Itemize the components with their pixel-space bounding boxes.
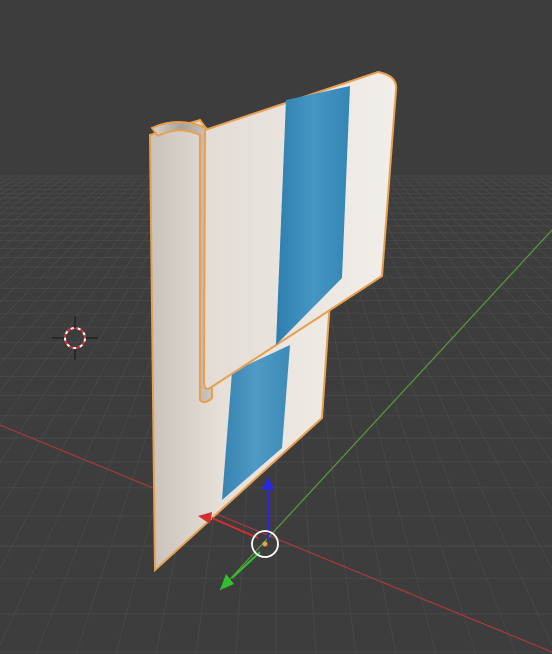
y-axis-handle-line [231, 551, 261, 579]
grid-line [383, 174, 552, 392]
grid-line [0, 174, 106, 261]
grid-line [0, 174, 169, 392]
viewport-canvas[interactable] [0, 0, 552, 654]
z-axis-arrow-icon[interactable] [262, 476, 274, 490]
pivot-dot [262, 541, 268, 547]
grid-line [473, 174, 552, 231]
towel-upper-stripe [276, 86, 350, 345]
3d-viewport[interactable] [0, 0, 552, 654]
grid-line [0, 174, 16, 184]
grid-line [0, 174, 97, 250]
grid-line [0, 174, 70, 222]
grid-line [0, 174, 79, 231]
towel-object[interactable] [148, 70, 398, 573]
grid-line [455, 174, 552, 250]
grid-line [0, 174, 142, 321]
grid-line [0, 174, 151, 342]
grid-line [365, 174, 552, 464]
grid-line [392, 174, 552, 365]
grid-line [482, 174, 552, 222]
grid-line [356, 174, 552, 511]
grid-line [0, 174, 160, 365]
grid-line [0, 174, 52, 207]
grid-line [410, 174, 552, 321]
grid-line [374, 174, 552, 425]
grid-line [401, 174, 552, 342]
grid-line [536, 174, 552, 184]
grid-line [500, 174, 552, 207]
